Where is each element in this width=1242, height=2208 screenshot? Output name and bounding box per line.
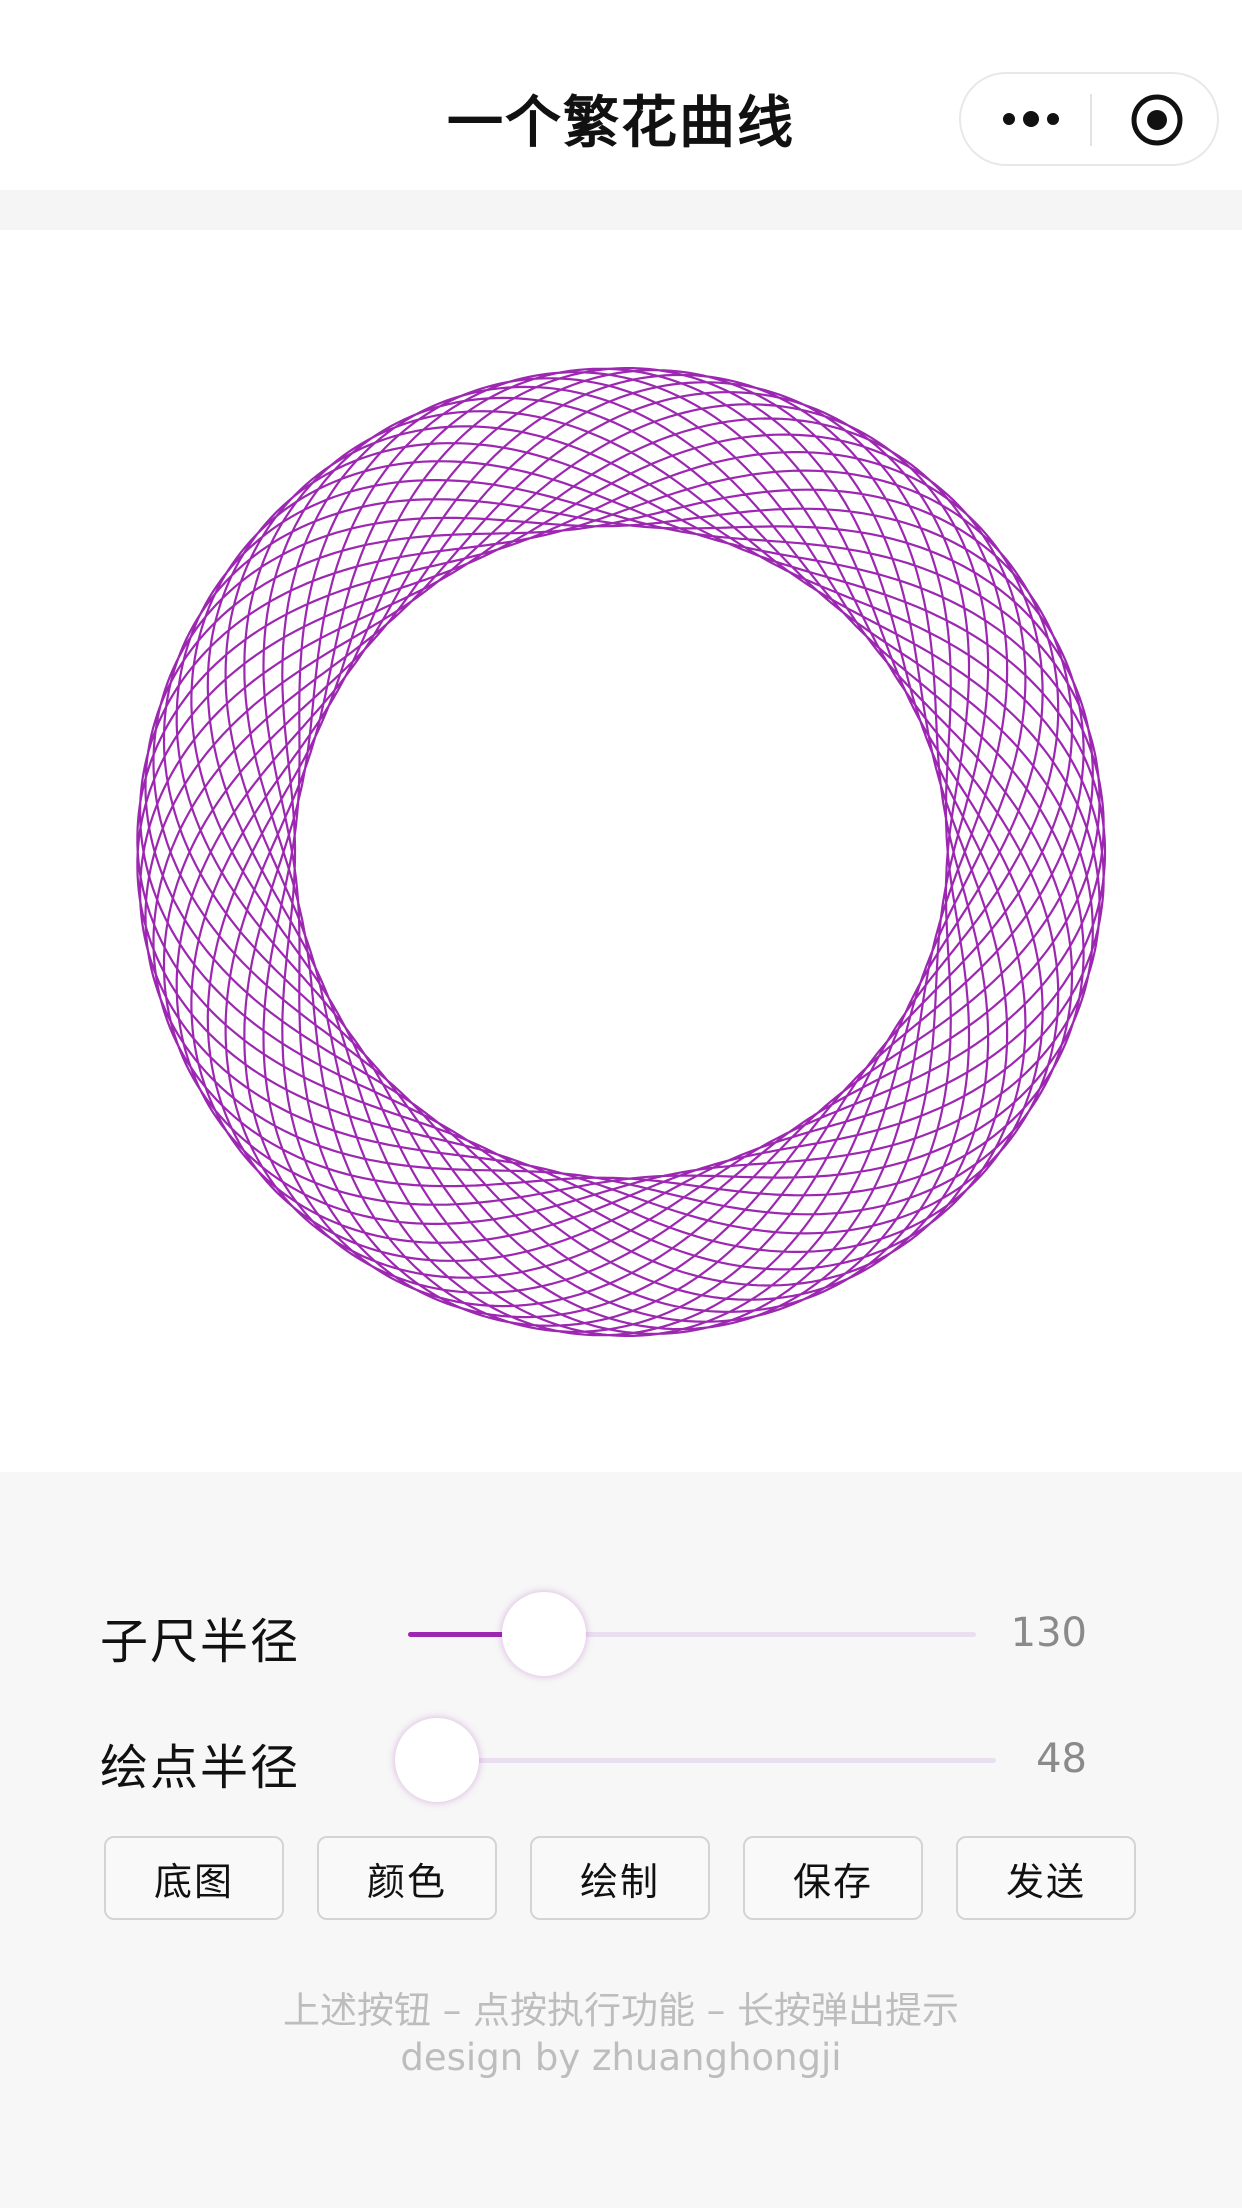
- slider-label-pen-radius: 绘点半径: [100, 1740, 301, 1796]
- more-dots-icon[interactable]: [1001, 107, 1061, 131]
- color-button[interactable]: 颜色: [317, 1836, 497, 1920]
- usage-hint: 上述按钮 – 点按执行功能 – 长按弹出提示: [282, 1989, 960, 2032]
- slider-row-pen-radius: 绘点半径 48: [0, 1708, 1242, 1808]
- drawing-canvas[interactable]: [0, 230, 1242, 1472]
- save-button[interactable]: 保存: [743, 1836, 923, 1920]
- app-page: 一个繁花曲线 子尺半径 130 绘点半径 48 底图 颜色 绘制 保存 发送 上…: [0, 0, 1242, 2208]
- basemap-button[interactable]: 底图: [104, 1836, 284, 1920]
- spirograph-figure: [136, 367, 1107, 1337]
- slider-row-sub-radius: 子尺半径 130: [0, 1582, 1242, 1682]
- design-credit: design by zhuanghongji: [400, 2036, 842, 2079]
- slider-thumb-sub-radius[interactable]: [502, 1592, 587, 1676]
- send-button[interactable]: 发送: [956, 1836, 1136, 1920]
- nav-divider-band: [0, 190, 1242, 230]
- nav-bar: 一个繁花曲线: [0, 0, 1242, 190]
- slider-value-sub-radius: 130: [1010, 1610, 1087, 1656]
- slider-label-sub-radius: 子尺半径: [100, 1614, 301, 1670]
- spirograph-curve: [136, 367, 1107, 1337]
- mini-program-capsule: [959, 72, 1219, 166]
- capsule-divider: [1090, 94, 1092, 146]
- draw-button[interactable]: 绘制: [530, 1836, 710, 1920]
- slider-track-pen-radius[interactable]: [408, 1758, 996, 1763]
- target-circle-icon[interactable]: [1129, 92, 1185, 148]
- slider-thumb-pen-radius[interactable]: [395, 1718, 480, 1802]
- action-button-row: 底图 颜色 绘制 保存 发送: [104, 1836, 1138, 1922]
- control-panel: 子尺半径 130 绘点半径 48 底图 颜色 绘制 保存 发送 上述按钮 – 点…: [0, 1472, 1242, 2208]
- slider-value-pen-radius: 48: [1036, 1736, 1087, 1782]
